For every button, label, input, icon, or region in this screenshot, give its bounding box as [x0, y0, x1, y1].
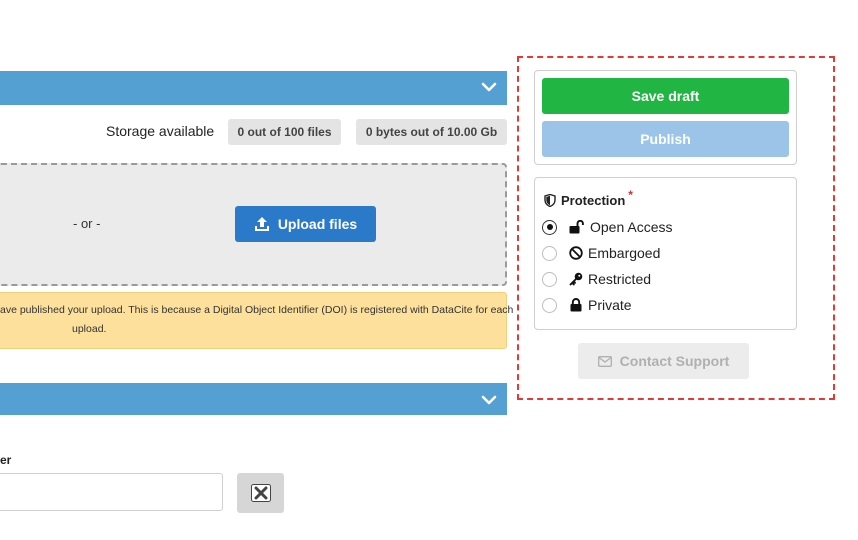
private-label: Private	[588, 297, 632, 313]
contact-support-button[interactable]: Contact Support	[578, 343, 749, 379]
embargoed-label: Embargoed	[588, 245, 661, 261]
required-marker: *	[628, 187, 633, 202]
upload-files-label: Upload files	[277, 216, 358, 232]
radio-restricted[interactable]	[542, 271, 557, 287]
lock-icon	[570, 298, 582, 312]
protection-option-open-access[interactable]: Open Access	[542, 216, 673, 238]
radio-open-access[interactable]	[542, 219, 557, 235]
ban-icon	[569, 246, 583, 260]
publish-button[interactable]: Publish	[542, 121, 789, 157]
identifier-field-label: er	[0, 453, 12, 467]
clear-field-button[interactable]	[237, 473, 284, 513]
bytes-quota-badge: 0 bytes out of 10.00 Gb	[356, 119, 507, 145]
contact-support-label: Contact Support	[619, 353, 730, 369]
protection-option-restricted[interactable]: Restricted	[542, 268, 651, 290]
open-access-label: Open Access	[590, 219, 673, 235]
upload-icon	[254, 217, 269, 231]
chevron-down-icon	[481, 395, 497, 405]
radio-private[interactable]	[542, 297, 557, 313]
metadata-section-header[interactable]	[0, 383, 507, 415]
files-quota-badge: 0 out of 100 files	[228, 119, 341, 145]
or-separator: - or -	[73, 216, 101, 231]
restricted-label: Restricted	[588, 271, 652, 287]
radio-embargoed[interactable]	[542, 245, 557, 261]
shield-icon	[544, 194, 556, 207]
storage-available-label: Storage available	[106, 123, 215, 139]
files-section-header[interactable]	[0, 71, 507, 105]
upload-files-button[interactable]: Upload files	[235, 206, 376, 242]
key-icon	[569, 272, 583, 286]
notice-line-1: ave published your upload. This is becau…	[0, 304, 514, 316]
envelope-icon	[597, 355, 612, 367]
close-icon	[250, 484, 271, 502]
unlock-icon	[569, 220, 584, 234]
protection-title-label: Protection	[561, 193, 626, 208]
notice-line-2: upload.	[72, 323, 107, 335]
protection-option-private[interactable]: Private	[542, 294, 632, 316]
save-draft-button[interactable]: Save draft	[542, 78, 789, 114]
doi-notice: ave published your upload. This is becau…	[0, 292, 513, 349]
identifier-input[interactable]	[0, 473, 223, 511]
protection-title: Protection *	[544, 188, 633, 208]
protection-option-embargoed[interactable]: Embargoed	[542, 242, 660, 264]
chevron-down-icon	[481, 82, 497, 92]
